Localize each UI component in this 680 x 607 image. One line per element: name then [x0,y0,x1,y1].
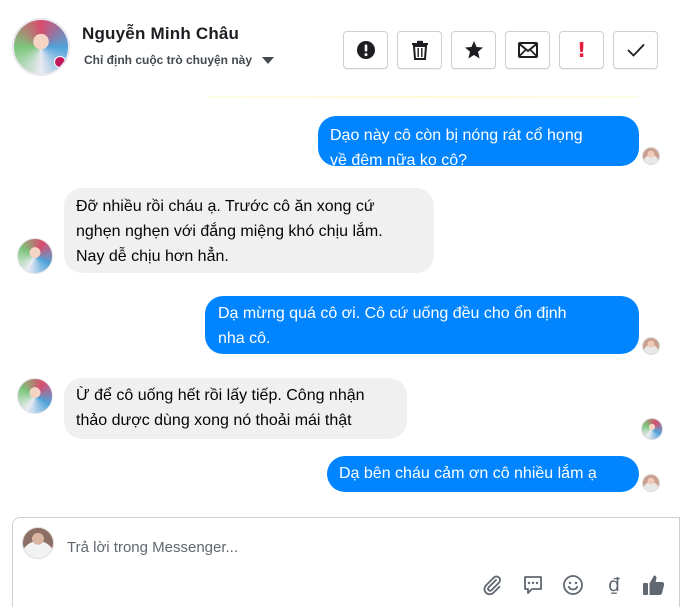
dong-currency-icon: ₫ [607,573,621,596]
message-line: về đêm nữa ko cô? [330,152,468,169]
message-line: Đỡ nhiều rồi cháu ạ. Trước cô ăn xong cứ [76,198,375,215]
incoming-message-bubble[interactable]: Đỡ nhiều rồi cháu ạ. Trước cô ăn xong cứ… [64,188,434,273]
sender-avatar[interactable] [17,238,53,274]
conversation-header: Nguyễn Minh Châu Chỉ định cuộc trò chuyệ… [0,0,680,92]
outgoing-message-bubble[interactable]: Dạ bên cháu cảm ơn cô nhiều lắm ạ [327,456,639,492]
payment-button[interactable]: ₫ [601,572,627,598]
spam-button[interactable] [343,31,388,69]
message-line: Dạ mừng quá cô ơi. Cô cứ uống đều cho ổn… [218,305,567,322]
assign-conversation-dropdown[interactable]: Chỉ định cuộc trò chuyện này [84,53,275,67]
thumbs-up-icon [643,575,665,595]
contact-name[interactable]: Nguyễn Minh Châu [82,24,239,44]
trash-icon [411,40,428,60]
contact-avatar[interactable] [12,18,70,76]
delete-button[interactable] [397,31,442,69]
divider [208,96,638,98]
seen-avatar [642,147,660,165]
emoji-button[interactable] [560,572,586,598]
follow-up-button[interactable]: ! [559,31,604,69]
reply-input[interactable] [67,536,627,558]
message-line: nha cô. [218,330,271,347]
checkmark-icon [626,43,645,57]
outgoing-message-bubble[interactable]: Dạo này cô còn bị nóng rát cổ họng về đê… [318,116,639,169]
like-button[interactable] [641,572,667,598]
exclamation-mark-icon: ! [576,38,587,62]
message-line: nghẹn nghẹn với đắng miệng khó chịu lắm. [76,223,383,240]
attach-file-button[interactable] [479,572,505,598]
saved-replies-button[interactable] [520,572,546,598]
page-avatar [22,527,54,559]
assign-conversation-label: Chỉ định cuộc trò chuyện này [84,53,253,67]
unread-button[interactable] [505,31,550,69]
envelope-icon [517,42,538,58]
message-line: Nay dễ chịu hơn hẳn. [76,248,229,265]
heart-badge-icon [54,56,66,68]
seen-avatar [642,337,660,355]
emoji-icon [563,575,583,595]
star-icon [464,41,483,59]
seen-avatar [642,474,660,492]
message-line: Dạ bên cháu cảm ơn cô nhiều lắm ạ [339,465,597,482]
speech-bubble-icon [524,576,542,594]
caret-down-icon [262,56,275,64]
star-button[interactable] [451,31,496,69]
incoming-message-bubble[interactable]: Ừ để cô uống hết rồi lấy tiếp. Công nhận… [64,378,407,439]
message-line: thảo dược dùng xong nó thoải mái thật [76,412,352,429]
sender-avatar[interactable] [17,378,53,414]
done-button[interactable] [613,31,658,69]
outgoing-message-bubble[interactable]: Dạ mừng quá cô ơi. Cô cứ uống đều cho ổn… [205,296,639,354]
reply-composer: ₫ [12,517,680,607]
exclamation-circle-icon [356,41,375,59]
message-line: Ừ để cô uống hết rồi lấy tiếp. Công nhận [76,387,365,404]
paperclip-icon [483,575,501,596]
seen-avatar [641,418,663,440]
message-line: Dạo này cô còn bị nóng rát cổ họng [330,127,583,144]
